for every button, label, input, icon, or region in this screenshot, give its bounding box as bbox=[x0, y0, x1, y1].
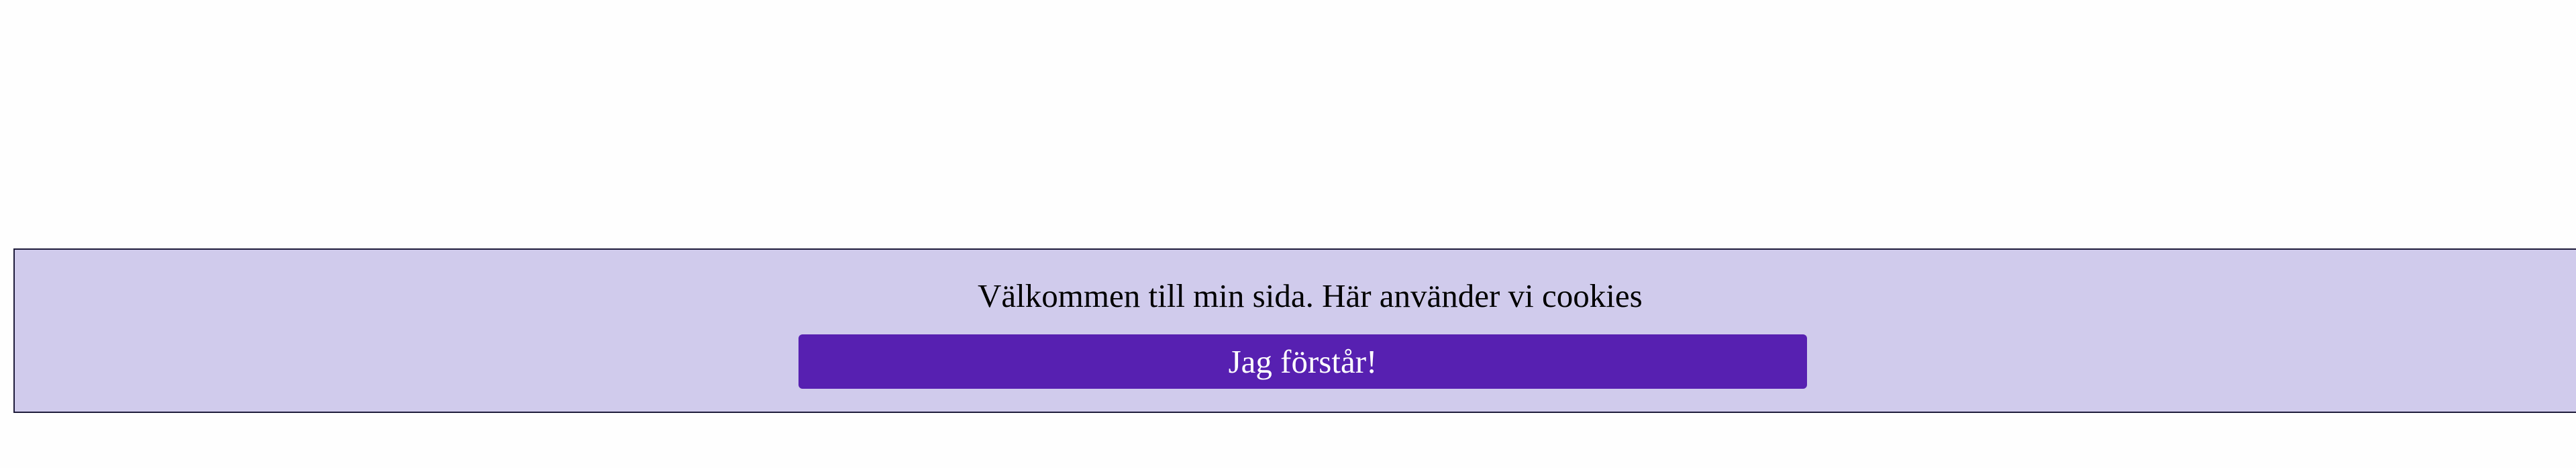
accept-cookies-button[interactable]: Jag förstår! bbox=[798, 334, 1807, 389]
cookie-message: Välkommen till min sida. Här använder vi… bbox=[978, 277, 1643, 314]
page: Välkommen till min sida. Här använder vi… bbox=[0, 0, 2576, 468]
cookie-banner: Välkommen till min sida. Här använder vi… bbox=[13, 248, 2576, 413]
